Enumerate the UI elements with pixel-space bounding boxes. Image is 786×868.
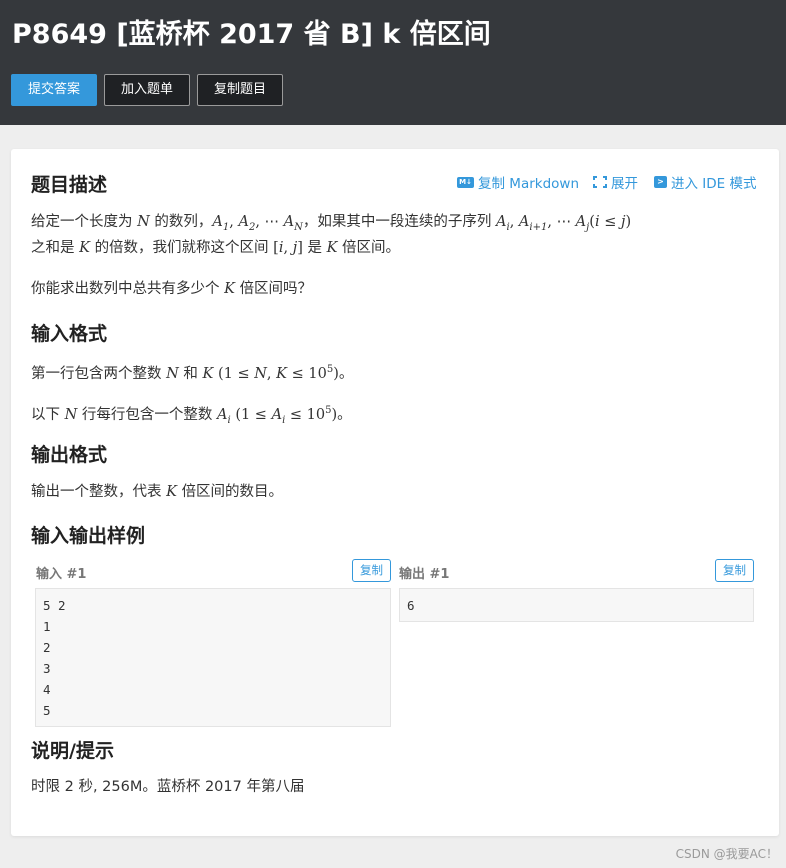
page-title: P8649 [蓝桥杯 2017 省 B] k 倍区间 <box>12 19 491 50</box>
sample-input-line: 5 <box>43 703 51 718</box>
terminal-icon: > <box>654 176 667 188</box>
math-n: N <box>137 214 150 230</box>
desc-text: 之和是 <box>31 240 75 256</box>
description-heading: 题目描述 <box>31 174 108 196</box>
math-k: K <box>166 484 177 500</box>
sample-input-line: 3 <box>43 661 51 676</box>
expand-icon <box>593 176 607 188</box>
copy-problem-button[interactable]: 复制题目 <box>197 74 283 106</box>
copy-markdown-label: 复制 Markdown <box>478 176 580 192</box>
desc-text: 的数列， <box>154 214 213 230</box>
problem-card: M↓ 复制 Markdown 展开 > 进入 IDE 模式 题目描述 给定一个长… <box>11 149 779 836</box>
math-subsequence: Ai, Ai+1, ⋯ Aj(i ≤ j) <box>496 214 632 233</box>
output-text: 倍区间的数目。 <box>181 484 284 500</box>
math-k: K <box>326 240 338 256</box>
copy-output-button[interactable]: 复制 <box>715 559 754 582</box>
sample-input-line: 4 <box>43 682 51 697</box>
add-to-list-button[interactable]: 加入题单 <box>104 74 190 106</box>
desc-text: 给定一个长度为 <box>31 214 133 230</box>
math-k-constraint: K (1 ≤ N, K ≤ 105) <box>202 364 339 382</box>
expand-link[interactable]: 展开 <box>593 172 638 192</box>
desc-text: 是 <box>307 240 322 256</box>
sample-input-line: 1 <box>43 619 51 634</box>
desc-text: 的倍数，我们就称这个区间 <box>94 240 269 256</box>
hint-heading: 说明/提示 <box>31 740 114 762</box>
desc-text: 你能求出数列中总共有多少个 <box>31 281 220 297</box>
markdown-icon: M↓ <box>457 176 474 188</box>
output-format-line: 输出一个整数，代表 K 倍区间的数目。 <box>31 479 761 505</box>
math-k: K <box>79 240 90 256</box>
expand-label: 展开 <box>611 176 638 192</box>
copy-input-button[interactable]: 复制 <box>352 559 391 582</box>
copy-markdown-link[interactable]: M↓ 复制 Markdown <box>457 172 579 192</box>
csdn-watermark: CSDN @我要AC！ <box>675 847 778 861</box>
input-text: 第一行包含两个整数 <box>31 365 162 382</box>
input-text: 以下 <box>31 406 60 423</box>
sample-input-line: 2 <box>43 640 51 655</box>
sample-output-box[interactable]: 6 <box>399 588 754 622</box>
enter-ide-label: 进入 IDE 模式 <box>671 176 757 192</box>
math-n: N <box>64 406 78 423</box>
problem-header: P8649 [蓝桥杯 2017 省 B] k 倍区间 提交答案 加入题单 复制题… <box>0 0 786 125</box>
input-text: 和 <box>183 365 198 382</box>
output-text: 输出一个整数，代表 <box>31 484 162 500</box>
enter-ide-link[interactable]: > 进入 IDE 模式 <box>654 172 757 192</box>
input-format-heading: 输入格式 <box>31 323 108 345</box>
input-text: 。 <box>338 365 354 382</box>
input-format-line-2: 以下 N 行每行包含一个整数 Ai (1 ≤ Ai ≤ 105)。 <box>31 398 761 434</box>
desc-text: 倍区间。 <box>342 240 401 256</box>
sample-output-line: 6 <box>407 598 415 613</box>
description-line-2: 之和是 K 的倍数，我们就称这个区间 [i, j] 是 K 倍区间。 <box>31 235 761 261</box>
input-format-line-1: 第一行包含两个整数 N 和 K (1 ≤ N, K ≤ 105)。 <box>31 357 761 387</box>
math-interval: [i, j] <box>273 240 303 256</box>
sample-output-label: 输出 #1 <box>399 567 450 582</box>
desc-text: 倍区间吗？ <box>239 281 313 297</box>
math-ai-constraint: Ai (1 ≤ Ai ≤ 105) <box>217 405 338 426</box>
submit-answer-button[interactable]: 提交答案 <box>11 74 97 106</box>
description-question: 你能求出数列中总共有多少个 K 倍区间吗？ <box>31 276 761 302</box>
sample-input-line: 5 2 <box>43 598 66 613</box>
hint-text: 时限 2 秒, 256M。蓝桥杯 2017 年第八届 <box>31 779 305 795</box>
sample-input-label: 输入 #1 <box>36 567 87 582</box>
output-format-heading: 输出格式 <box>31 444 108 466</box>
desc-text: ，如果其中一段连续的子序列 <box>302 214 492 230</box>
input-text: 行每行包含一个整数 <box>81 406 213 423</box>
math-sequence: A1, A2, ⋯ AN <box>212 214 303 233</box>
sample-input-box[interactable]: 5 2 1 2 3 4 5 <box>35 588 391 727</box>
samples-heading: 输入输出样例 <box>31 525 146 547</box>
math-k: K <box>224 281 235 297</box>
input-text: 。 <box>337 406 352 423</box>
math-n: N <box>166 365 179 382</box>
